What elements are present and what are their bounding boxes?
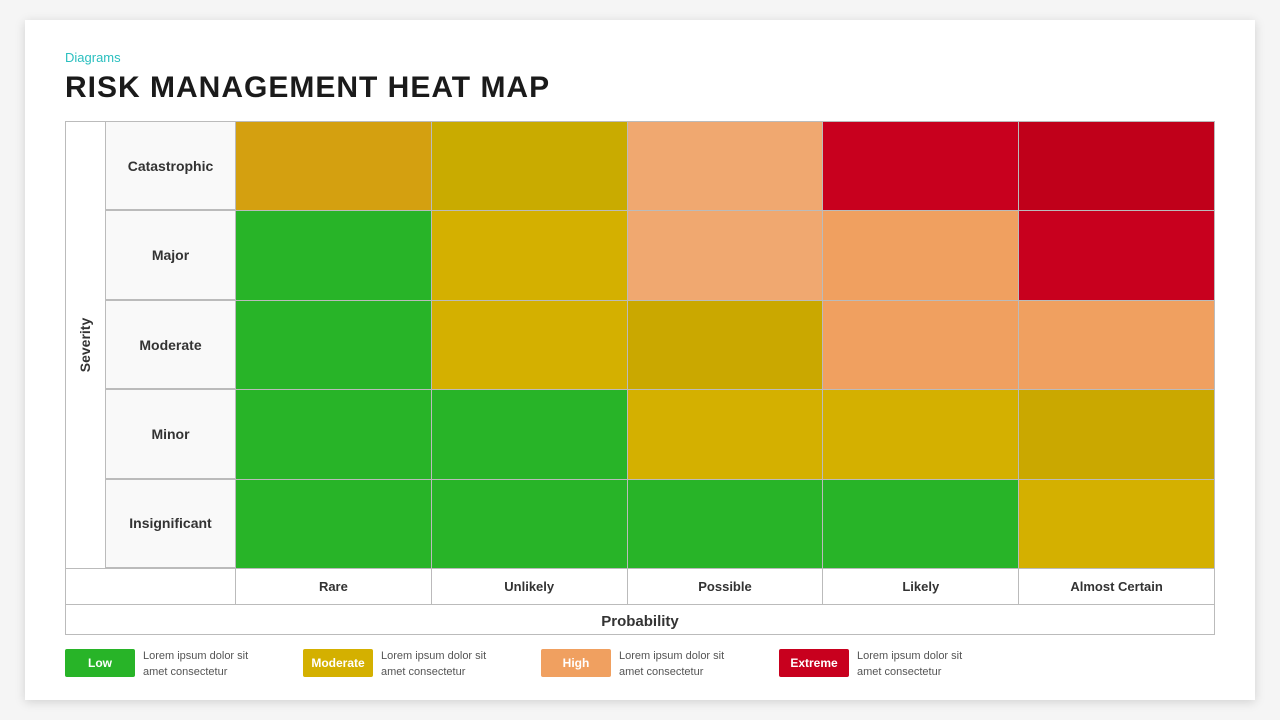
prob-labels-row: RareUnlikelyPossibleLikelyAlmost Certain xyxy=(66,568,1214,604)
grid-cell xyxy=(1019,390,1214,478)
page-title: RISK MANAGEMENT HEAT MAP xyxy=(65,71,1215,105)
grid-cell xyxy=(823,480,1019,568)
row-label: Moderate xyxy=(139,337,201,353)
legend-text: Lorem ipsum dolor sit amet consectetur xyxy=(143,649,273,680)
legend-badge: Low xyxy=(65,649,135,677)
grid-cell xyxy=(628,390,824,478)
prob-label-cell: Almost Certain xyxy=(1019,569,1214,604)
grid-section: Catastrophic Major Moderate Minor Insignific… xyxy=(106,122,1214,568)
grid-cell xyxy=(432,301,628,389)
prob-label-cell: Possible xyxy=(628,569,824,604)
matrix-top: Severity Catastrophic Major Moderate Minor I… xyxy=(66,122,1214,568)
grid-cell xyxy=(628,480,824,568)
legend-text: Lorem ipsum dolor sit amet consectetur xyxy=(619,649,749,680)
legend-badge: High xyxy=(541,649,611,677)
row-label: Minor xyxy=(151,426,189,442)
grid-cell xyxy=(1019,301,1214,389)
grid-cell xyxy=(628,122,824,210)
grid-cell xyxy=(432,122,628,210)
grid-cell xyxy=(1019,122,1214,210)
legend-row: Low Lorem ipsum dolor sit amet consectetu… xyxy=(65,635,1215,680)
severity-label-col: Severity xyxy=(66,122,106,568)
probability-axis: Probability xyxy=(66,604,1214,634)
grid-cell xyxy=(628,211,824,299)
prob-label-cell: Likely xyxy=(823,569,1019,604)
legend-badge: Moderate xyxy=(303,649,373,677)
matrix-wrapper: Severity Catastrophic Major Moderate Minor I… xyxy=(65,121,1215,635)
grid-row: Catastrophic xyxy=(106,122,1214,211)
grid-cell xyxy=(236,211,432,299)
row-label: Insignificant xyxy=(129,515,211,531)
grid-cell xyxy=(432,390,628,478)
breadcrumb: Diagrams xyxy=(65,50,1215,65)
grid-row: Moderate xyxy=(106,301,1214,390)
grid-cell xyxy=(1019,480,1214,568)
grid-cell xyxy=(1019,211,1214,299)
grid-cell xyxy=(432,211,628,299)
row-label-col: Insignificant xyxy=(106,480,236,568)
row-label: Catastrophic xyxy=(128,158,214,174)
legend-item: Extreme Lorem ipsum dolor sit amet consec… xyxy=(779,649,987,680)
grid-cell xyxy=(236,301,432,389)
grid-cell xyxy=(823,211,1019,299)
grid-cell xyxy=(432,480,628,568)
severity-label: Severity xyxy=(78,318,94,372)
grid-cell xyxy=(628,301,824,389)
grid-cell xyxy=(236,390,432,478)
legend-badge: Extreme xyxy=(779,649,849,677)
row-label: Major xyxy=(152,247,189,263)
legend-text: Lorem ipsum dolor sit amet consectetur xyxy=(381,649,511,680)
grid-cell xyxy=(236,122,432,210)
prob-label-cell: Rare xyxy=(236,569,432,604)
grid-row: Minor xyxy=(106,390,1214,479)
legend-item: Low Lorem ipsum dolor sit amet consectetu… xyxy=(65,649,273,680)
slide: Diagrams RISK MANAGEMENT HEAT MAP Severi… xyxy=(25,20,1255,700)
grid-cell xyxy=(823,122,1019,210)
grid-cell xyxy=(823,390,1019,478)
legend-item: High Lorem ipsum dolor sit amet consectet… xyxy=(541,649,749,680)
grid-row: Major xyxy=(106,211,1214,300)
legend-text: Lorem ipsum dolor sit amet consectetur xyxy=(857,649,987,680)
row-label-col: Major xyxy=(106,211,236,299)
grid-cell xyxy=(823,301,1019,389)
grid-row: Insignificant xyxy=(106,480,1214,568)
row-label-col: Moderate xyxy=(106,301,236,389)
legend-item: Moderate Lorem ipsum dolor sit amet conse… xyxy=(303,649,511,680)
row-label-col: Minor xyxy=(106,390,236,478)
prob-label-cell: Unlikely xyxy=(432,569,628,604)
prob-label-spacer xyxy=(66,569,236,604)
grid-cell xyxy=(236,480,432,568)
row-label-col: Catastrophic xyxy=(106,122,236,210)
